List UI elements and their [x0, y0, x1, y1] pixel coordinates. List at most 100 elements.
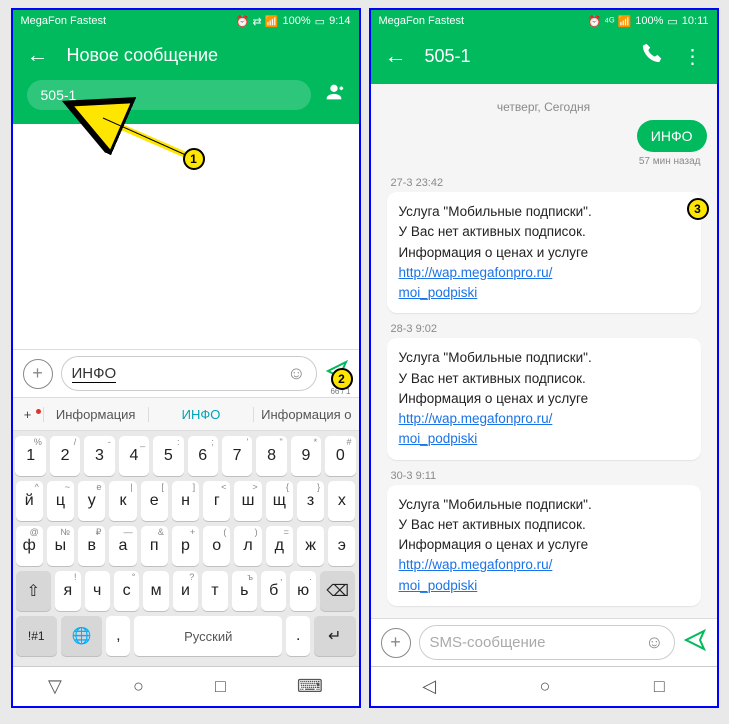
key-т[interactable]: т [202, 571, 227, 611]
more-icon[interactable]: ⋮ [683, 44, 703, 69]
symbols-key[interactable]: !#1 [16, 616, 57, 656]
key-8[interactable]: 8" [256, 436, 286, 476]
key-с[interactable]: с° [114, 571, 139, 611]
comma-key[interactable]: , [106, 616, 130, 656]
key-щ[interactable]: щ{ [266, 481, 293, 521]
key-я[interactable]: я! [55, 571, 80, 611]
message-input-bar: + ИНФО ☺ 66 / 1 [13, 349, 359, 397]
send-button[interactable] [683, 628, 707, 657]
chat-header: ← 505-1 ⋮ [371, 32, 717, 84]
emoji-icon[interactable]: ☺ [645, 632, 663, 653]
message-link[interactable]: http://wap.megafonpro.ru/ [399, 265, 553, 280]
key-к[interactable]: к| [109, 481, 136, 521]
message-link[interactable]: moi_podpiski [399, 578, 478, 593]
incoming-message[interactable]: Услуга "Мобильные подписки".У Вас нет ак… [387, 485, 701, 606]
key-1[interactable]: 1% [15, 436, 45, 476]
key-л[interactable]: л) [234, 526, 261, 566]
key-5[interactable]: 5: [153, 436, 183, 476]
key-ф[interactable]: ф@ [16, 526, 43, 566]
key-й[interactable]: й^ [16, 481, 43, 521]
key-row-2: й^ц~уек|е[н]г<ш>щ{з}х [16, 481, 356, 521]
key-ц[interactable]: ц~ [47, 481, 74, 521]
key-п[interactable]: п& [141, 526, 168, 566]
key-х[interactable]: х [328, 481, 355, 521]
nav-recent-icon[interactable]: □ [654, 676, 665, 697]
attach-plus-icon[interactable]: + [23, 359, 53, 389]
outgoing-message[interactable]: ИНФО [637, 120, 707, 152]
key-ь[interactable]: ьъ [232, 571, 257, 611]
key-ж[interactable]: ж [297, 526, 324, 566]
key-а[interactable]: а— [109, 526, 136, 566]
key-э[interactable]: э [328, 526, 355, 566]
key-м[interactable]: м [143, 571, 168, 611]
message-link[interactable]: moi_podpiski [399, 431, 478, 446]
key-и[interactable]: и? [173, 571, 198, 611]
nav-home-icon[interactable]: ○ [540, 676, 551, 697]
back-arrow-icon[interactable]: ← [385, 43, 407, 69]
message-link[interactable]: http://wap.megafonpro.ru/ [399, 411, 553, 426]
clock-time: 10:11 [682, 15, 709, 27]
back-arrow-icon[interactable]: ← [27, 42, 49, 68]
message-link[interactable]: http://wap.megafonpro.ru/ [399, 557, 553, 572]
phone-left-compose: MegaFon Fastest ⏰ ⇄ 📶 100% ▭ 9:14 ← Ново… [11, 8, 361, 708]
battery-icon: ▭ [667, 15, 677, 28]
carrier-label: MegaFon Fastest [379, 15, 465, 27]
nav-back-icon[interactable]: ◁ [422, 676, 436, 697]
space-key[interactable]: Русский [134, 616, 282, 656]
key-ш[interactable]: ш> [234, 481, 261, 521]
key-0[interactable]: 0# [325, 436, 355, 476]
nav-keyboard-icon[interactable]: ⌨ [297, 676, 323, 697]
nav-recent-icon[interactable]: □ [215, 676, 226, 697]
backspace-key[interactable]: ⌫ [320, 571, 356, 611]
message-input[interactable]: ИНФО ☺ [61, 356, 317, 391]
key-б[interactable]: б, [261, 571, 286, 611]
key-д[interactable]: д= [266, 526, 293, 566]
incoming-message[interactable]: Услуга "Мобильные подписки".У Вас нет ак… [387, 192, 701, 313]
key-н[interactable]: н] [172, 481, 199, 521]
key-ч[interactable]: ч [85, 571, 110, 611]
chat-body[interactable]: четверг, Сегодня ИНФО 57 мин назад 27-3 … [371, 84, 717, 618]
key-3[interactable]: 3- [84, 436, 114, 476]
key-9[interactable]: 9* [291, 436, 321, 476]
key-з[interactable]: з} [297, 481, 324, 521]
suggestion-3[interactable]: Информация о [253, 407, 358, 422]
attach-plus-icon[interactable]: + [381, 628, 411, 658]
status-icons: ⏰ ⁴ᴳ 📶 100% ▭ 10:11 [588, 15, 709, 28]
call-icon[interactable] [641, 42, 663, 70]
suggestion-2[interactable]: ИНФО [148, 407, 253, 422]
key-у[interactable]: уе [78, 481, 105, 521]
key-7[interactable]: 7' [222, 436, 252, 476]
send-button[interactable]: 66 / 1 [325, 359, 349, 388]
key-р[interactable]: р+ [172, 526, 199, 566]
recipient-field[interactable]: 505-1 [27, 80, 311, 110]
battery-pct: 100% [635, 15, 663, 27]
message-input[interactable]: SMS-сообщение ☺ [419, 625, 675, 660]
alarm-signal-icons: ⏰ ⇄ 📶 [236, 15, 279, 28]
char-counter: 66 / 1 [330, 387, 350, 396]
alarm-signal-icons: ⏰ ⁴ᴳ 📶 [588, 15, 632, 28]
suggestion-1[interactable]: Информация [43, 407, 148, 422]
enter-key[interactable]: ↵ [314, 616, 355, 656]
add-contact-icon[interactable] [323, 81, 345, 109]
key-4[interactable]: 4_ [119, 436, 149, 476]
compose-body [13, 124, 359, 349]
nav-home-icon[interactable]: ○ [133, 676, 144, 697]
key-ю[interactable]: ю. [290, 571, 315, 611]
incoming-message[interactable]: Услуга "Мобильные подписки".У Вас нет ак… [387, 338, 701, 459]
shift-key[interactable]: ⇧ [16, 571, 52, 611]
key-в[interactable]: в₽ [78, 526, 105, 566]
nav-back-icon[interactable]: ▽ [48, 676, 62, 697]
key-row-1: 1%2/3-4_5:6;7'8"9*0# [16, 436, 356, 476]
key-2[interactable]: 2/ [50, 436, 80, 476]
dot-key[interactable]: . [286, 616, 310, 656]
key-ы[interactable]: ы№ [47, 526, 74, 566]
key-г[interactable]: г< [203, 481, 230, 521]
status-bar: MegaFon Fastest ⏰ ⇄ 📶 100% ▭ 9:14 [13, 10, 359, 32]
globe-key[interactable]: 🌐 [61, 616, 102, 656]
key-6[interactable]: 6; [188, 436, 218, 476]
key-е[interactable]: е[ [141, 481, 168, 521]
message-link[interactable]: moi_podpiski [399, 285, 478, 300]
suggestion-expand-icon[interactable]: + [13, 407, 43, 422]
emoji-icon[interactable]: ☺ [287, 363, 305, 384]
key-о[interactable]: о( [203, 526, 230, 566]
